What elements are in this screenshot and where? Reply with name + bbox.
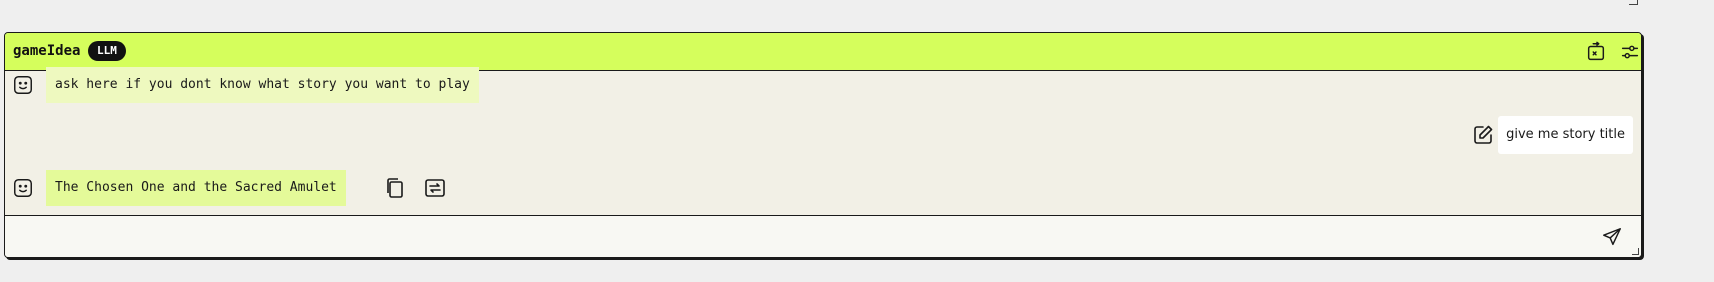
regenerate-icon[interactable] bbox=[423, 176, 447, 200]
node-header[interactable]: gameIdea LLM bbox=[5, 33, 1641, 71]
user-message: give me story title bbox=[1498, 116, 1633, 154]
smiley-face-icon bbox=[14, 179, 32, 197]
node-title: gameIdea bbox=[13, 43, 81, 59]
chat-input-area[interactable] bbox=[5, 215, 1641, 257]
llm-badge: LLM bbox=[88, 41, 126, 61]
resize-handle-top[interactable] bbox=[1629, 0, 1638, 5]
edit-icon[interactable] bbox=[1471, 123, 1495, 147]
assistant-message: The Chosen One and the Sacred Amulet bbox=[46, 170, 346, 206]
copy-icon[interactable] bbox=[383, 176, 407, 200]
chat-node-panel: gameIdea LLM ask here if you dont know w… bbox=[4, 32, 1642, 258]
sliders-icon[interactable] bbox=[1619, 41, 1641, 63]
chat-input[interactable] bbox=[15, 224, 1579, 248]
resize-handle[interactable] bbox=[1632, 248, 1639, 255]
smiley-face-icon bbox=[14, 76, 32, 94]
assistant-message: ask here if you dont know what story you… bbox=[46, 67, 479, 103]
rotate-screen-icon[interactable] bbox=[1585, 41, 1607, 63]
message-list[interactable]: ask here if you dont know what story you… bbox=[5, 67, 1641, 215]
send-icon[interactable] bbox=[1601, 226, 1623, 248]
